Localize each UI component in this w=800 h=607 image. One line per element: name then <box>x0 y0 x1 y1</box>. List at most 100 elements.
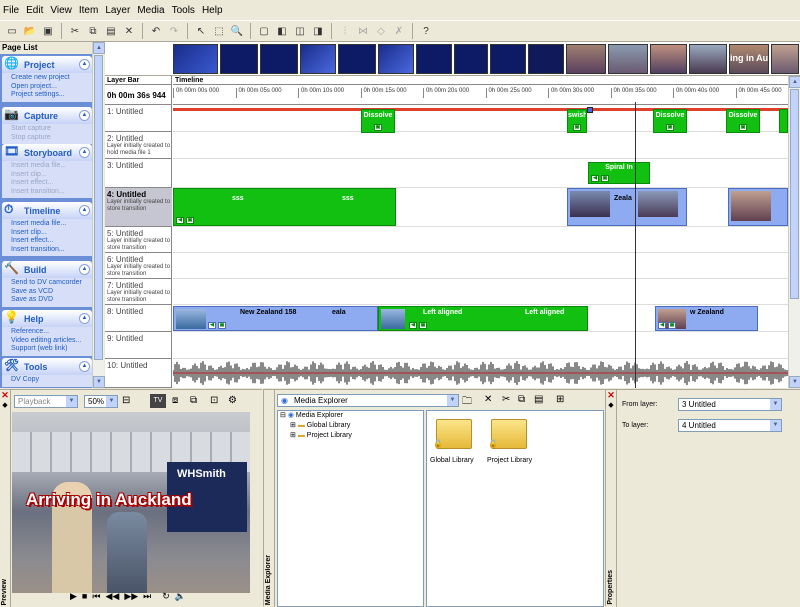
menu-view[interactable]: View <box>50 5 72 16</box>
scroll-down-icon[interactable]: ▼ <box>789 376 800 388</box>
scroll-thumb[interactable] <box>790 89 799 299</box>
view-options-icon[interactable]: ⊞ <box>556 394 564 405</box>
clip-dissolve[interactable]: Dissolve ▣ <box>726 109 760 133</box>
options-icon[interactable]: ⊡ <box>210 395 218 406</box>
pointer-icon[interactable]: ↖ <box>193 23 209 39</box>
paste-icon[interactable]: ▤ <box>103 23 119 39</box>
section-header[interactable]: 🎞 Storyboard ▲ <box>2 144 92 161</box>
task-link[interactable]: Save as VCD <box>11 288 92 297</box>
media-explorer-tab[interactable]: Media Explorer <box>264 390 275 607</box>
explorer-icon-view[interactable]: 🔒 Global Library 🔒 Project Library <box>426 410 604 607</box>
task-link[interactable]: Video editing articles... <box>11 337 92 346</box>
forward-icon[interactable]: ▶▶ <box>124 591 138 602</box>
clip-dissolve[interactable]: Dissolve ▣ <box>653 109 687 133</box>
from-layer-select[interactable]: 3 Untitled ▼ <box>678 398 782 411</box>
tree-item-global[interactable]: ⊞ ▬ Global Library <box>278 421 423 431</box>
film-thumb[interactable] <box>566 44 606 74</box>
preview-tab[interactable]: ✕ ◆ Preview <box>0 390 11 607</box>
track-row[interactable] <box>173 332 788 359</box>
layer-row[interactable]: 8: Untitled <box>105 305 172 332</box>
timeline-area[interactable]: Timeline 0h 00m 00s 000 0h 00m 05s 000 0h … <box>173 76 788 388</box>
film-thumb[interactable] <box>378 44 414 74</box>
cut-icon[interactable]: ✂ <box>502 394 510 405</box>
delete-icon[interactable]: ✕ <box>484 394 492 405</box>
redo-icon[interactable]: ↷ <box>166 23 182 39</box>
layer-row[interactable]: 2: Untitled Layer initially created to ho… <box>105 132 172 159</box>
trim-icon[interactable]: ✗ <box>391 23 407 39</box>
to-layer-select[interactable]: 4 Untitled ▼ <box>678 419 782 432</box>
clip-edge[interactable] <box>779 109 788 133</box>
task-link[interactable]: Open project... <box>11 83 92 92</box>
clip-photo[interactable] <box>728 188 788 226</box>
scroll-up-icon[interactable]: ▲ <box>789 76 800 88</box>
tv-icon[interactable]: TV <box>150 394 166 408</box>
collapse-icon[interactable]: ◨ <box>310 23 326 39</box>
menu-media[interactable]: Media <box>137 5 164 16</box>
chevron-up-icon[interactable]: ▲ <box>79 59 90 70</box>
section-header[interactable]: 🛠 Tools ▲ <box>2 358 92 375</box>
clip-new-zealand[interactable]: w Zealand ◀ ▣ <box>655 306 758 331</box>
section-header[interactable]: 💡 Help ▲ <box>2 310 92 327</box>
clip-zealand-photo[interactable]: Zeala <box>567 188 687 226</box>
zoom-select[interactable]: 50% ▼ <box>84 395 118 408</box>
task-link[interactable]: Reference... <box>11 328 92 337</box>
menu-help[interactable]: Help <box>202 5 223 16</box>
join-icon[interactable]: ⋈ <box>355 23 371 39</box>
section-header[interactable]: 🔨 Build ▲ <box>2 261 92 278</box>
film-thumb[interactable] <box>689 44 727 74</box>
delete-icon[interactable]: ✕ <box>121 23 137 39</box>
track-row[interactable] <box>173 132 788 159</box>
expand-icon[interactable]: ◫ <box>292 23 308 39</box>
task-link[interactable]: Project settings... <box>11 91 92 100</box>
volume-icon[interactable]: 🔈 <box>175 591 186 602</box>
film-thumb[interactable] <box>338 44 376 74</box>
marker-icon[interactable]: ◇ <box>373 23 389 39</box>
clip-dissolve[interactable]: Dissolve ▣ <box>361 109 395 133</box>
layers-icon[interactable]: ◧ <box>274 23 290 39</box>
task-link[interactable]: Send to DV camcorder <box>11 279 92 288</box>
first-frame-icon[interactable]: ⏮ <box>92 591 100 602</box>
undo-icon[interactable]: ↶ <box>148 23 164 39</box>
layer-row[interactable]: 7: Untitled Layer initially created to st… <box>105 279 172 305</box>
expand-icon[interactable]: ⊞ <box>290 422 296 429</box>
film-thumb[interactable] <box>416 44 452 74</box>
play-icon[interactable]: ▶ <box>70 591 77 602</box>
new-icon[interactable]: ▭ <box>4 23 20 39</box>
section-header[interactable]: 🌐 Project ▲ <box>2 56 92 73</box>
layer-row[interactable]: 10: Untitled <box>105 359 172 388</box>
clip-spiral-in[interactable]: Spiral In ◀ ▣ <box>588 162 650 184</box>
scroll-down-icon[interactable]: ▼ <box>93 376 105 388</box>
tree-item-project[interactable]: ⊞ ▬ Project Library <box>278 431 423 441</box>
task-link[interactable]: Insert effect... <box>11 237 92 246</box>
explorer-tree[interactable]: ⊟ ◉ Media Explorer ⊞ ▬ Global Library ⊞ … <box>277 410 424 607</box>
explorer-location[interactable]: ◉ Media Explorer ▼ <box>277 394 459 407</box>
clip-swish[interactable]: swish ▣ <box>567 109 587 133</box>
menu-item[interactable]: Item <box>79 5 98 16</box>
film-thumb[interactable] <box>454 44 488 74</box>
fit-icon[interactable]: ⊟ <box>122 395 130 406</box>
playback-select[interactable]: Playback ▼ <box>14 395 78 408</box>
menu-layer[interactable]: Layer <box>105 5 130 16</box>
help-icon[interactable]: ? <box>418 23 434 39</box>
pin-icon[interactable]: ◆ <box>0 401 10 409</box>
film-thumb[interactable] <box>220 44 258 74</box>
close-icon[interactable]: ✕ <box>0 390 10 401</box>
pin-icon[interactable]: ◆ <box>606 401 616 409</box>
zoom-icon[interactable]: 🔍 <box>229 23 245 39</box>
film-thumb-caption[interactable]: ing in Auckl <box>729 44 769 74</box>
scroll-up-icon[interactable]: ▲ <box>93 42 105 54</box>
section-header[interactable]: 📷 Capture ▲ <box>2 107 92 124</box>
close-icon[interactable]: ✕ <box>606 390 616 401</box>
layer-row[interactable]: 6: Untitled Layer initially created to st… <box>105 253 172 279</box>
track-row[interactable] <box>173 159 788 188</box>
layer-row[interactable]: 4: Untitled Layer initially created to st… <box>105 188 172 227</box>
cut-icon[interactable]: ✂ <box>67 23 83 39</box>
expand-icon[interactable]: ⊞ <box>290 432 296 439</box>
copy-frame-icon[interactable]: ⧉ <box>190 395 197 406</box>
settings-icon[interactable]: ⚙ <box>228 395 237 406</box>
snapshot-icon[interactable]: ⧈ <box>172 395 178 406</box>
clip-left-aligned[interactable]: Left aligned Left aligned ◀ ▣ <box>378 306 588 331</box>
open-icon[interactable]: 📂 <box>22 23 38 39</box>
video-preview[interactable]: WHSmith Arriving in Auckland <box>12 412 250 593</box>
menu-edit[interactable]: Edit <box>26 5 43 16</box>
